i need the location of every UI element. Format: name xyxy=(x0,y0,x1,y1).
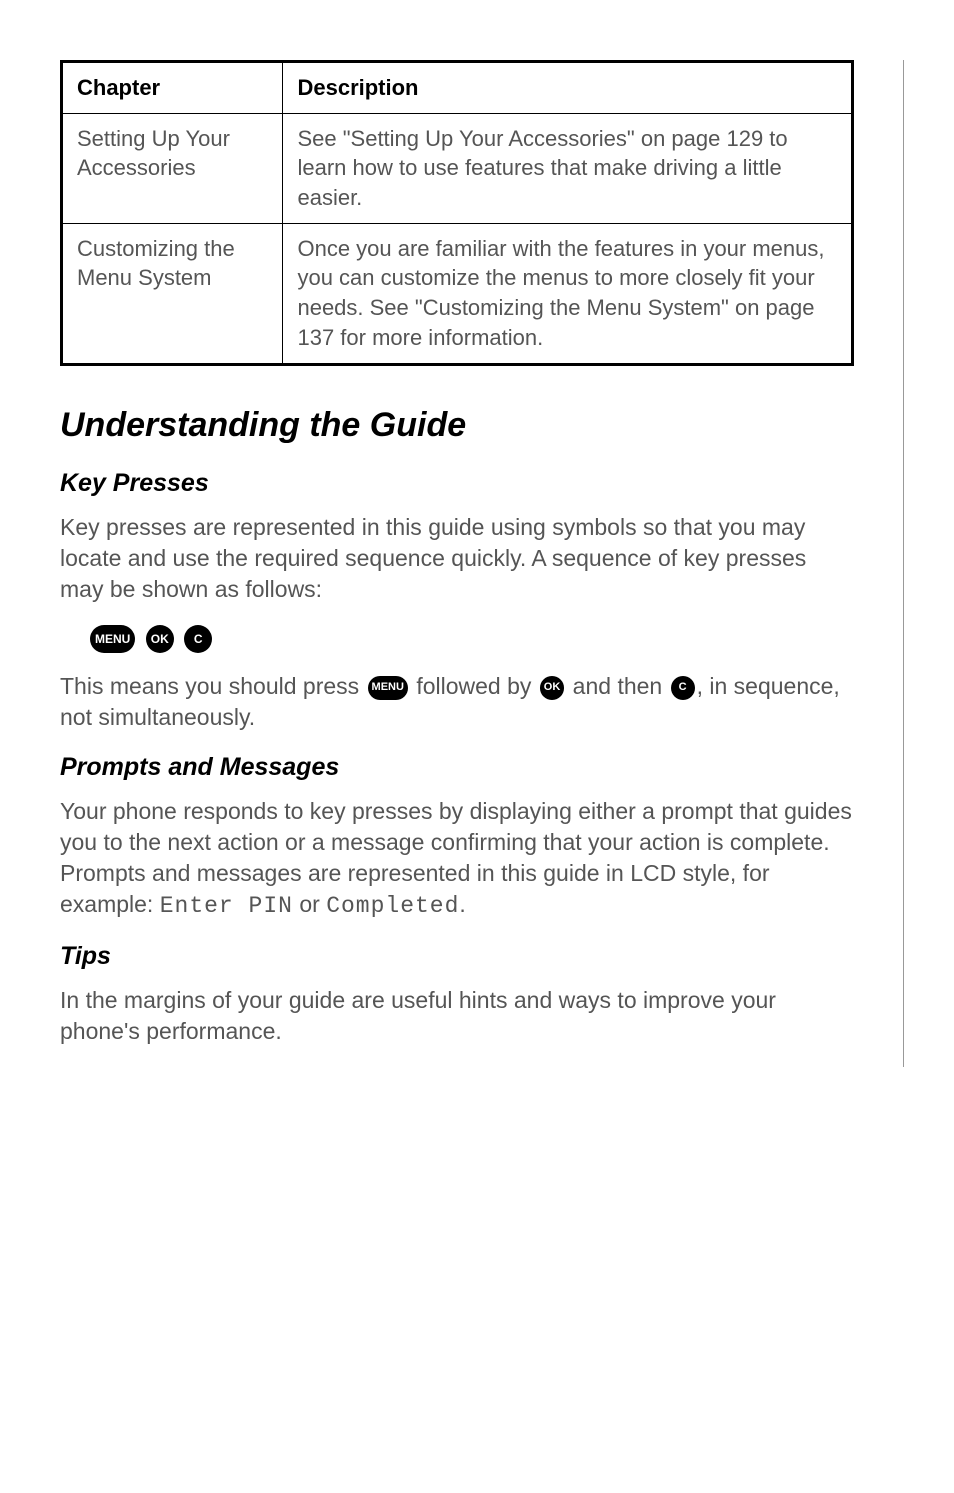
key-presses-explain: This means you should press MENU followe… xyxy=(60,671,854,733)
text-part: and then xyxy=(566,673,668,699)
section-title: Understanding the Guide xyxy=(60,406,854,445)
subsection-tips: Tips xyxy=(60,942,854,971)
description-cell: See "Setting Up Your Accessories" on pag… xyxy=(283,113,853,223)
prompts-para: Your phone responds to key presses by di… xyxy=(60,796,854,922)
table-row: Setting Up Your Accessories See "Setting… xyxy=(62,113,853,223)
text-part: This means you should press xyxy=(60,673,366,699)
header-chapter: Chapter xyxy=(62,62,283,114)
tips-para: In the margins of your guide are useful … xyxy=(60,985,854,1047)
text-part: or xyxy=(293,891,326,917)
text-part: followed by xyxy=(410,673,538,699)
lcd-text: Enter PIN xyxy=(160,893,293,919)
key-presses-intro: Key presses are represented in this guid… xyxy=(60,512,854,605)
description-cell: Once you are familiar with the features … xyxy=(283,223,853,364)
chapter-cell: Customizing the Menu System xyxy=(62,223,283,364)
chapter-cell: Setting Up Your Accessories xyxy=(62,113,283,223)
ok-icon: OK xyxy=(540,676,565,700)
ok-icon: OK xyxy=(146,625,174,653)
table-header-row: Chapter Description xyxy=(62,62,853,114)
menu-icon: MENU xyxy=(90,625,135,653)
key-sequence-example: MENU OK C xyxy=(60,625,854,653)
c-icon: C xyxy=(671,676,695,700)
lcd-text: Completed xyxy=(326,893,459,919)
header-description: Description xyxy=(283,62,853,114)
c-icon: C xyxy=(184,625,212,653)
page-content: Chapter Description Setting Up Your Acce… xyxy=(60,60,884,1047)
table-row: Customizing the Menu System Once you are… xyxy=(62,223,853,364)
subsection-key-presses: Key Presses xyxy=(60,469,854,498)
text-part: . xyxy=(459,891,465,917)
subsection-prompts: Prompts and Messages xyxy=(60,753,854,782)
margin-divider xyxy=(903,60,904,1067)
menu-icon: MENU xyxy=(368,676,408,700)
chapter-table: Chapter Description Setting Up Your Acce… xyxy=(60,60,854,366)
